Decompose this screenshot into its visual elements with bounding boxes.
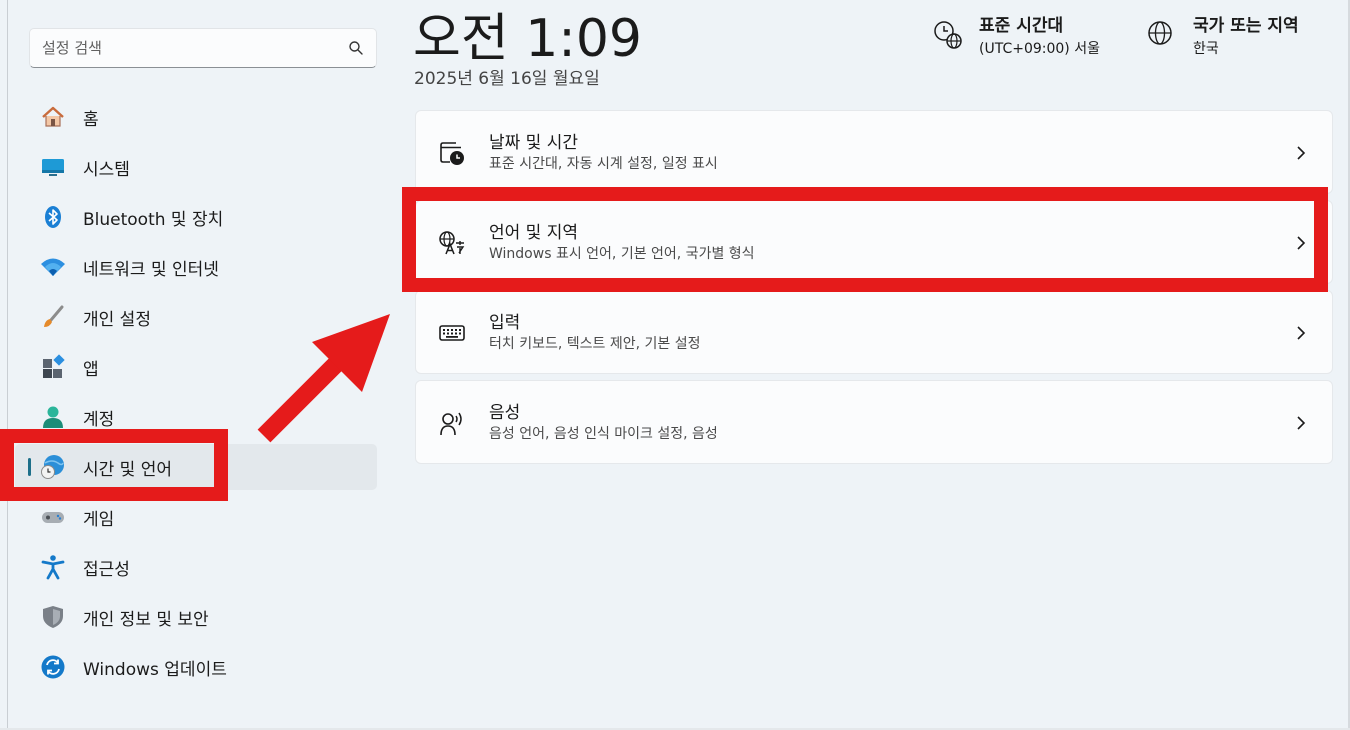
card-title: 날짜 및 시간 — [489, 133, 579, 153]
clock-globe-icon — [934, 21, 962, 49]
card-title: 음성 — [489, 403, 521, 423]
current-date: 2025년 6월 16일 월요일 — [414, 69, 600, 89]
card-title: 입력 — [489, 313, 521, 333]
sidebar-item-label: Windows 업데이트 — [83, 659, 227, 680]
current-time: 오전 1:09 — [413, 9, 642, 69]
region-value: 한국 — [1193, 41, 1219, 57]
time-language-icon — [40, 454, 66, 480]
update-icon — [40, 654, 66, 680]
sidebar-item-time-language[interactable]: 시간 및 언어 — [15, 444, 377, 490]
globe-icon — [1148, 21, 1172, 45]
sidebar-item-network[interactable]: 네트워크 및 인터넷 — [15, 244, 377, 290]
card-date-time[interactable]: 날짜 및 시간 표준 시간대, 자동 시계 설정, 일정 표시 — [415, 110, 1333, 194]
search-icon[interactable] — [348, 40, 364, 56]
sidebar-item-label: 계정 — [83, 409, 115, 430]
home-icon — [40, 104, 66, 130]
sidebar-item-bluetooth[interactable]: Bluetooth 및 장치 — [15, 194, 377, 240]
account-icon — [40, 404, 66, 430]
gamepad-icon — [40, 504, 66, 530]
window-left-border — [7, 0, 8, 730]
card-subtitle: Windows 표시 언어, 기본 언어, 국가별 형식 — [489, 246, 755, 262]
card-subtitle: 표준 시간대, 자동 시계 설정, 일정 표시 — [489, 156, 718, 172]
card-title: 언어 및 지역 — [489, 223, 579, 243]
sidebar-item-accounts[interactable]: 계정 — [15, 394, 377, 440]
sidebar-item-label: 접근성 — [83, 559, 130, 580]
sidebar-item-accessibility[interactable]: 접근성 — [15, 544, 377, 590]
sidebar-item-apps[interactable]: 앱 — [15, 344, 377, 390]
settings-search-box[interactable] — [29, 28, 377, 68]
sidebar-item-label: 네트워크 및 인터넷 — [83, 259, 219, 280]
bluetooth-icon — [40, 204, 66, 230]
sidebar-item-label: 시간 및 언어 — [83, 459, 173, 480]
card-subtitle: 음성 언어, 음성 인식 마이크 설정, 음성 — [489, 426, 718, 442]
sidebar-item-system[interactable]: 시스템 — [15, 144, 377, 190]
sidebar-item-label: 홈 — [83, 109, 99, 130]
chevron-right-icon — [1297, 416, 1306, 430]
keyboard-icon — [439, 325, 465, 341]
card-language-region[interactable]: 언어 및 지역 Windows 표시 언어, 기본 언어, 국가별 형식 — [415, 200, 1333, 284]
timezone-title: 표준 시간대 — [979, 16, 1064, 36]
sidebar-item-privacy[interactable]: 개인 정보 및 보안 — [15, 594, 377, 640]
apps-icon — [40, 354, 66, 380]
card-speech[interactable]: 음성 음성 언어, 음성 인식 마이크 설정, 음성 — [415, 380, 1333, 464]
timezone-value: (UTC+09:00) 서울 — [979, 41, 1100, 57]
language-icon — [439, 231, 465, 255]
calendar-clock-icon — [440, 142, 464, 165]
card-input[interactable]: 입력 터치 키보드, 텍스트 제안, 기본 설정 — [415, 290, 1333, 374]
sidebar-item-label: 개인 설정 — [83, 309, 151, 330]
shield-icon — [40, 604, 66, 630]
accessibility-icon — [40, 554, 66, 580]
brush-icon — [40, 304, 66, 330]
speech-icon — [440, 412, 462, 436]
system-icon — [40, 154, 66, 180]
search-input[interactable] — [42, 39, 348, 57]
wifi-icon — [40, 254, 66, 280]
sidebar-item-label: Bluetooth 및 장치 — [83, 209, 224, 230]
sidebar-item-label: 시스템 — [83, 159, 130, 180]
chevron-right-icon — [1297, 146, 1306, 160]
sidebar-nav: 홈 시스템 Bluetooth 및 장치 네트워크 및 인터넷 개인 설정 앱 — [15, 94, 377, 694]
card-subtitle: 터치 키보드, 텍스트 제안, 기본 설정 — [489, 336, 701, 352]
sidebar-item-home[interactable]: 홈 — [15, 94, 377, 140]
sidebar-item-label: 게임 — [83, 509, 115, 530]
chevron-right-icon — [1297, 236, 1306, 250]
active-indicator — [28, 458, 31, 476]
region-info: 국가 또는 지역 한국 — [1147, 14, 1299, 60]
region-title: 국가 또는 지역 — [1193, 16, 1299, 36]
timezone-info: 표준 시간대 (UTC+09:00) 서울 — [933, 14, 1100, 60]
sidebar-item-gaming[interactable]: 게임 — [15, 494, 377, 540]
sidebar-item-label: 앱 — [83, 359, 99, 380]
sidebar-item-windows-update[interactable]: Windows 업데이트 — [15, 644, 377, 690]
sidebar-item-label: 개인 정보 및 보안 — [83, 609, 209, 630]
chevron-right-icon — [1297, 326, 1306, 340]
sidebar-item-personalization[interactable]: 개인 설정 — [15, 294, 377, 340]
